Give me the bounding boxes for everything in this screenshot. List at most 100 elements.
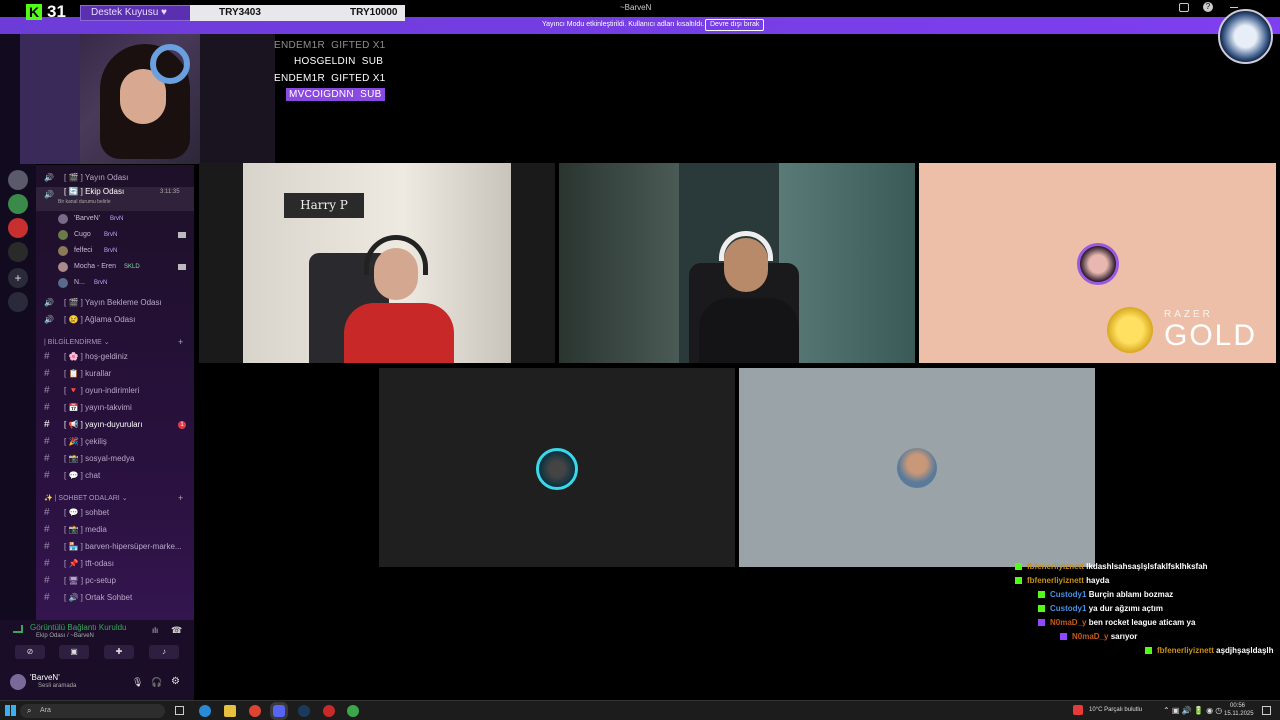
hash-icon: # (44, 541, 50, 552)
chat-message: fbfenerliyiznett aşdjhşaşldaşlh (1145, 646, 1280, 655)
steam-icon[interactable] (298, 705, 310, 717)
twitch-icon (1038, 619, 1045, 627)
kick-icon (1038, 591, 1045, 599)
voice-member[interactable]: N... BrvN (36, 275, 194, 291)
hash-icon: # (44, 575, 50, 586)
voice-member[interactable]: Cugo BrvN (36, 227, 194, 243)
hash-icon: # (44, 592, 50, 603)
speaker-icon: 🔊 (44, 315, 54, 324)
text-channel[interactable]: #[ 📅 ] yayın-takvimi (36, 400, 194, 416)
hash-icon: # (44, 368, 50, 379)
kick-icon (1015, 577, 1022, 585)
text-channel[interactable]: #[ 🖥 ] pc-setup (36, 573, 194, 589)
settings-icon[interactable]: ⚙ (171, 676, 180, 687)
text-channel[interactable]: #[ 📸 ] media (36, 522, 194, 538)
user-avatar[interactable] (10, 674, 26, 690)
chat-message: Custody1 Burçin ablamı bozmaz (1038, 590, 1173, 599)
clock-time[interactable]: 00:56 (1230, 703, 1245, 709)
voice-connection-panel: Görüntülü Bağlantı Kuruldu Ekip Odası / … (0, 620, 194, 700)
weather-text[interactable]: 10°C Parçalı bulutlu (1089, 707, 1142, 713)
text-channel-unread[interactable]: #[ 📢 ] yayın-duyuruları 1 (36, 417, 194, 433)
chrome-icon[interactable] (347, 705, 359, 717)
voice-member[interactable]: Mocha - Eren SKLD (36, 259, 194, 275)
screen-share-button[interactable]: ▣ (59, 645, 89, 659)
clock-date[interactable]: 15.11.2025 (1224, 711, 1254, 717)
help-icon[interactable]: ? (1203, 2, 1213, 12)
participant-tile[interactable] (739, 368, 1095, 567)
chrome-icon[interactable] (249, 705, 261, 717)
participant-tile[interactable] (379, 368, 735, 567)
discover-icon[interactable] (8, 292, 28, 312)
microphone-icon[interactable]: 🎙 (132, 677, 143, 688)
voice-member[interactable]: 'BarveN' BrvN (36, 211, 194, 227)
server-icon[interactable] (8, 218, 28, 238)
kick-icon (1038, 605, 1045, 613)
video-tile[interactable]: Harry P (199, 163, 555, 363)
windows-start-icon[interactable] (5, 705, 16, 716)
hash-icon: # (44, 507, 50, 518)
camera-off-button[interactable]: ⊘ (15, 645, 45, 659)
window-title: ~BarveN (620, 3, 652, 12)
add-server-icon[interactable]: + (8, 268, 28, 288)
text-channel[interactable]: #[ 📸 ] sosyal-medya (36, 451, 194, 467)
speaker-icon: 🔊 (44, 298, 54, 307)
brand-word-large: GOLD (1164, 319, 1258, 352)
sub-notification: HOSGELDIN SUB (294, 56, 384, 67)
voice-channel[interactable]: 🔊 [ 🎬 ] Yayın Bekleme Odası (36, 295, 194, 311)
text-channel[interactable]: #[ 💬 ] sohbet (36, 505, 194, 521)
avatar (58, 230, 68, 240)
task-view-icon[interactable] (175, 706, 184, 715)
destek-kuyusu-label: Destek Kuyusu ♥ (80, 5, 202, 21)
category-header[interactable]: | BİLGİLENDİRME ⌄ (44, 337, 110, 349)
text-channel[interactable]: #[ 🌸 ] hoş-geldiniz (36, 349, 194, 365)
avatar (58, 246, 68, 256)
search-icon: ⌕ (27, 706, 32, 715)
server-icon[interactable] (8, 242, 28, 262)
text-channel[interactable]: #[ 📋 ] kurallar (36, 366, 194, 382)
participant-avatar (536, 448, 578, 490)
banner-text: Yayıncı Modu etkinleştirildi. Kullanıcı … (542, 21, 705, 28)
text-channel[interactable]: #[ 🎉 ] çekiliş (36, 434, 194, 450)
text-channel[interactable]: #[ 🏪 ] barven-hipersüper-marke... (36, 539, 194, 555)
participant-tile[interactable]: RAZER GOLD (919, 163, 1276, 363)
unread-badge: 1 (178, 421, 186, 429)
minimize-icon[interactable] (1230, 7, 1238, 8)
text-channel[interactable]: #[ 💬 ] chat (36, 468, 194, 484)
activities-button[interactable]: ✚ (104, 645, 134, 659)
voice-channel[interactable]: 🔊 [ 😢 ] Ağlama Odası (36, 312, 194, 328)
donation-goal-bar: TRY3403 TRY10000 (190, 5, 405, 21)
server-icon[interactable] (8, 194, 28, 214)
text-channel[interactable]: #[ 🔊 ] Ortak Sohbet (36, 590, 194, 606)
soundboard-button[interactable]: ♪ (149, 645, 179, 659)
server-icon[interactable] (8, 170, 28, 190)
discord-icon[interactable] (273, 705, 285, 717)
voice-channel-active[interactable]: 🔊 [ 🔄 ] Ekip Odası 3:11:35 Bir kanal dur… (36, 187, 194, 211)
category-header[interactable]: ✨ | SOHBET ODALARI ⌄ (44, 493, 128, 505)
text-channel[interactable]: #[ 📌 ] tft-odası (36, 556, 194, 572)
goal-current: TRY3403 (219, 7, 261, 18)
headset-icon[interactable]: 🎧 (151, 677, 162, 688)
weather-icon[interactable] (1073, 705, 1083, 715)
disable-streamer-mode-button[interactable]: Devre dışı bırak (705, 19, 765, 31)
headphones-icon (150, 44, 190, 84)
add-channel-icon[interactable]: + (178, 337, 183, 347)
notifications-icon[interactable] (1262, 706, 1271, 715)
add-channel-icon[interactable]: + (178, 493, 183, 503)
inbox-icon[interactable] (1179, 3, 1189, 12)
obs-icon[interactable] (323, 705, 335, 717)
avatar (58, 214, 68, 224)
edge-icon[interactable] (199, 705, 211, 717)
file-explorer-icon[interactable] (224, 705, 236, 717)
search-box[interactable]: ⌕ Ara (20, 704, 165, 718)
noise-suppression-icon[interactable]: ılı (152, 626, 158, 635)
speaker-icon: 🔊 (44, 173, 54, 182)
hash-icon: # (44, 385, 50, 396)
voice-status-subtitle[interactable]: Ekip Odası / ~BarveN (36, 633, 94, 639)
video-tile[interactable] (559, 163, 915, 363)
text-channel[interactable]: #[ 🔻 ] oyun-indirimleri (36, 383, 194, 399)
voice-member[interactable]: felfeci BrvN (36, 243, 194, 259)
channel-status[interactable]: Bir kanal durumu belirle (58, 194, 111, 210)
twitch-icon (1060, 633, 1067, 641)
disconnect-icon[interactable]: ☎ (171, 625, 182, 636)
tray-icons[interactable]: ⌃ ▣ 🔊 🔋 ◉ ◷ (1163, 706, 1222, 715)
